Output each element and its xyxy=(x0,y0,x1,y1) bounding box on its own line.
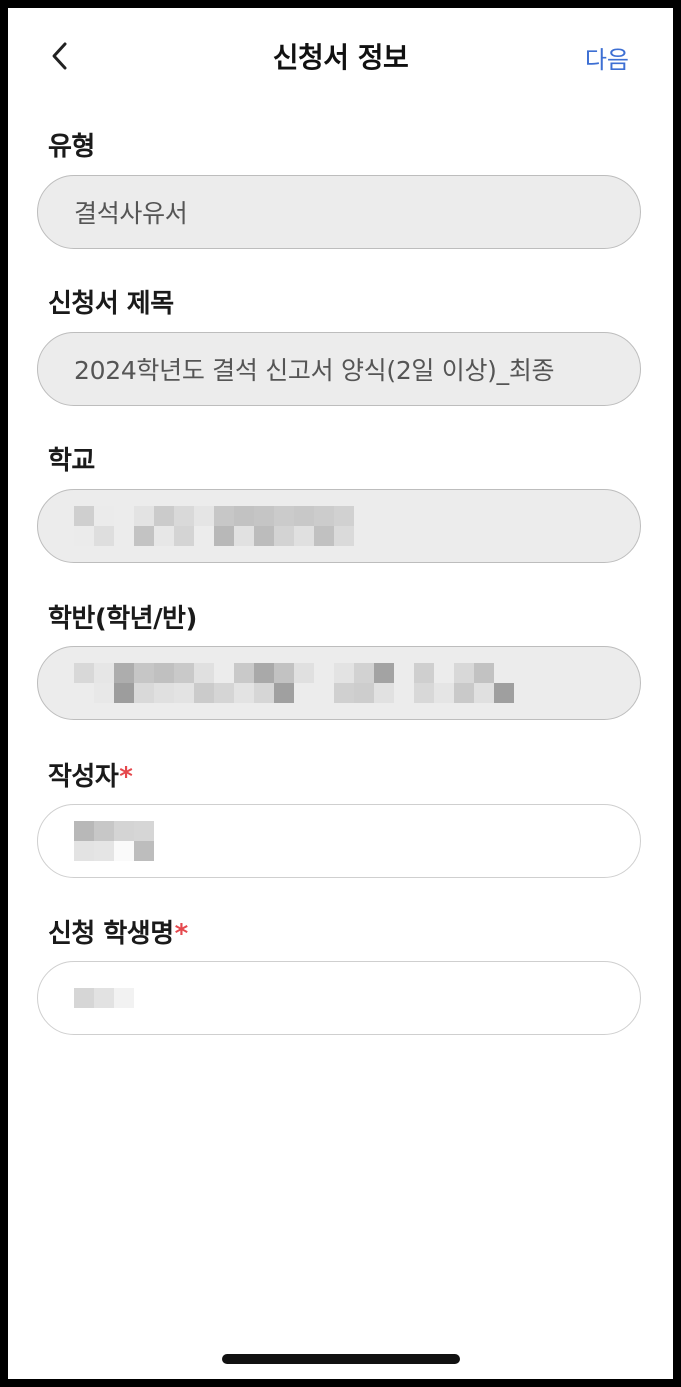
school-field xyxy=(37,489,641,563)
top-bar: 신청서 정보 다음 xyxy=(8,8,673,104)
page-title: 신청서 정보 xyxy=(272,41,409,74)
school-label: 학교 xyxy=(48,440,95,477)
required-mark: * xyxy=(174,919,189,949)
student-label: 신청 학생명* xyxy=(48,913,188,950)
title-label-text: 신청서 제목 xyxy=(48,289,174,319)
author-label: 작성자* xyxy=(48,756,133,793)
type-label: 유형 xyxy=(48,126,95,163)
type-field: 결석사유서 xyxy=(37,175,641,249)
app-screen: 신청서 정보 다음 유형 결석사유서 신청서 제목 2024학년도 결석 신고서… xyxy=(8,8,673,1379)
student-label-text: 신청 학생명 xyxy=(48,919,174,949)
class-field xyxy=(37,646,641,720)
redacted-student-value xyxy=(74,988,134,1008)
required-mark: * xyxy=(119,762,133,792)
author-label-text: 작성자 xyxy=(48,762,119,792)
title-label: 신청서 제목 xyxy=(48,283,174,320)
title-field: 2024학년도 결석 신고서 양식(2일 이상)_최종 xyxy=(37,332,641,406)
student-name-input[interactable] xyxy=(37,961,641,1035)
redacted-school-value xyxy=(74,506,354,546)
type-value: 결석사유서 xyxy=(74,199,188,228)
type-label-text: 유형 xyxy=(48,132,95,162)
class-label: 학반(학년/반) xyxy=(48,598,197,635)
redacted-author-value xyxy=(74,821,154,861)
redacted-class-value xyxy=(74,663,514,703)
author-input[interactable] xyxy=(37,804,641,878)
class-label-text: 학반(학년/반) xyxy=(48,604,197,634)
next-button[interactable]: 다음 xyxy=(585,40,629,75)
title-value: 2024학년도 결석 신고서 양식(2일 이상)_최종 xyxy=(74,356,555,385)
school-label-text: 학교 xyxy=(48,446,95,476)
home-indicator xyxy=(222,1354,460,1364)
